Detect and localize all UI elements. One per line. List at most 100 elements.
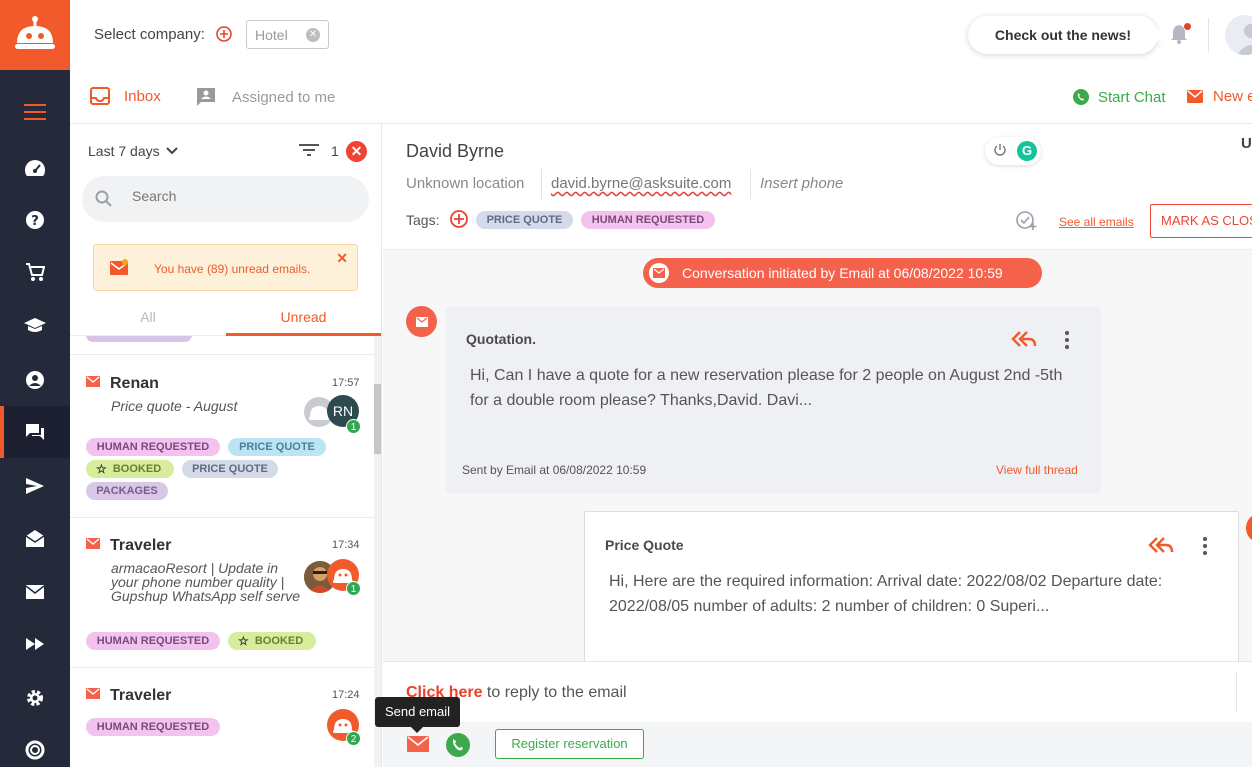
svg-text:?: ? <box>31 214 39 229</box>
contact-location[interactable]: Unknown location <box>406 175 524 192</box>
graduation-cap-icon[interactable] <box>0 300 70 352</box>
conversation-list-panel: Last 7 days 1 ✕ You have (89) unread ema… <box>70 124 382 767</box>
period-dropdown[interactable]: Last 7 days <box>88 143 178 159</box>
reply-prompt-text: to reply to the email <box>482 684 627 701</box>
see-all-emails-link[interactable]: See all emails <box>1059 215 1134 229</box>
add-company-icon[interactable] <box>216 26 232 47</box>
outgoing-email-card: Price Quote Hi, Here are the required in… <box>584 511 1239 671</box>
whatsapp-icon[interactable] <box>445 732 471 763</box>
assigned-icon <box>197 88 215 106</box>
phone-field[interactable]: Insert phone <box>760 175 843 192</box>
initiated-text: Conversation initiated by Email at 06/08… <box>682 265 1003 281</box>
contact-header: David Byrne G U Unknown location david.b… <box>383 124 1252 250</box>
menu-icon[interactable] <box>0 86 70 138</box>
mail-alert-icon <box>110 259 128 280</box>
inbox-icon <box>90 87 110 105</box>
new-email-button[interactable]: New e <box>1187 88 1252 105</box>
segment-unread[interactable]: Unread <box>226 298 381 336</box>
list-item[interactable]: Renan 17:57 Price quote - August RN 1 HU… <box>70 356 375 518</box>
top-header: Select company: Hotel ✕ Check out the ne… <box>70 0 1252 70</box>
reply-bar[interactable]: Click here to reply to the email <box>383 661 1252 722</box>
asksuite-logo[interactable] <box>0 0 70 70</box>
reply-all-icon[interactable] <box>1148 536 1174 559</box>
tags-label: Tags: <box>406 212 440 228</box>
mail-icon <box>86 374 100 392</box>
chevron-down-icon <box>165 147 178 155</box>
divider <box>541 169 542 199</box>
news-button[interactable]: Check out the news! <box>968 16 1167 54</box>
tag-price-quote: PRICE QUOTE <box>228 438 326 456</box>
grammarly-icon[interactable]: G <box>1017 141 1037 161</box>
mail-icon <box>649 263 669 283</box>
status-toggle[interactable]: G <box>985 137 1041 165</box>
select-company-label: Select company: <box>94 26 205 43</box>
send-email-tooltip: Send email <box>375 697 460 733</box>
email-subject: Price Quote <box>605 537 684 553</box>
tag-packages: PACKAGES <box>86 482 168 500</box>
user-avatar[interactable] <box>1225 15 1252 55</box>
conversation-preview: armacaoResort | Update in your phone num… <box>111 560 301 604</box>
tag-price-quote[interactable]: PRICE QUOTE <box>476 211 573 229</box>
search-box <box>82 176 369 222</box>
tab-inbox[interactable]: Inbox <box>90 87 161 105</box>
notification-dot <box>1184 23 1191 30</box>
action-bar: Register reservation <box>383 722 1252 767</box>
unread-badge: 2 <box>346 731 361 746</box>
mark-as-closed-button[interactable]: MARK AS CLOS <box>1150 204 1252 238</box>
left-rail: ? <box>0 0 70 767</box>
mail-open-icon[interactable] <box>0 512 70 564</box>
dashboard-icon[interactable] <box>0 142 70 194</box>
close-alert-icon[interactable]: ✕ <box>336 250 348 267</box>
clear-filter-button[interactable]: ✕ <box>346 141 367 162</box>
unread-badge: 1 <box>346 419 361 434</box>
cart-icon[interactable] <box>0 246 70 298</box>
start-chat-label: Start Chat <box>1098 88 1166 106</box>
user-icon[interactable] <box>0 354 70 406</box>
tag-booked: ☆ BOOKED <box>228 632 316 650</box>
send-icon[interactable] <box>0 460 70 512</box>
check-plus-icon[interactable] <box>1015 209 1037 236</box>
reply-all-icon[interactable] <box>1011 330 1037 353</box>
chat-icon[interactable] <box>0 406 70 458</box>
star-icon: ☆ <box>96 462 107 476</box>
more-options-icon[interactable] <box>1065 331 1069 352</box>
mail-icon[interactable] <box>0 566 70 618</box>
register-reservation-button[interactable]: Register reservation <box>495 729 644 759</box>
more-options-icon[interactable] <box>1203 537 1207 558</box>
conversation-time: 17:24 <box>332 689 360 701</box>
send-email-icon[interactable] <box>407 736 429 757</box>
contact-email[interactable]: david.byrne@asksuite.com <box>551 175 731 192</box>
company-select[interactable]: Hotel ✕ <box>246 20 329 49</box>
search-icon <box>95 190 113 213</box>
tag-human-requested[interactable]: HUMAN REQUESTED <box>581 211 715 229</box>
power-icon[interactable] <box>993 143 1007 162</box>
help-icon[interactable]: ? <box>0 194 70 246</box>
segment-all[interactable]: All <box>70 298 226 336</box>
unread-badge: 1 <box>346 581 361 596</box>
conversation-initiated-notice: Conversation initiated by Email at 06/08… <box>643 258 1042 288</box>
list-divider <box>70 336 375 355</box>
conversation-time: 17:57 <box>332 377 360 389</box>
tag-human-requested: HUMAN REQUESTED <box>86 718 220 736</box>
support-icon[interactable] <box>0 724 70 767</box>
gear-icon[interactable] <box>0 672 70 724</box>
list-item[interactable]: Traveler 17:34 armacaoResort | Update in… <box>70 518 375 668</box>
view-full-thread-link[interactable]: View full thread <box>996 463 1078 477</box>
list-item[interactable]: Traveler 17:24 2 HUMAN REQUESTED <box>70 668 375 767</box>
list-scroll-thumb[interactable] <box>374 384 381 454</box>
clear-company-icon[interactable]: ✕ <box>306 28 320 42</box>
sub-header: Inbox Assigned to me Start Chat New e <box>70 70 1252 124</box>
conversation-time: 17:34 <box>332 539 360 551</box>
tab-assigned-to-me[interactable]: Assigned to me <box>196 87 335 107</box>
incoming-email-card: Quotation. Hi, Can I have a quote for a … <box>446 306 1101 494</box>
fast-forward-icon[interactable] <box>0 618 70 670</box>
tag-human-requested: HUMAN REQUESTED <box>86 438 220 456</box>
search-input[interactable] <box>132 188 352 204</box>
add-tag-icon[interactable] <box>450 210 468 233</box>
start-chat-button[interactable]: Start Chat <box>1072 88 1166 106</box>
tag-booked: ☆ BOOKED <box>86 460 174 478</box>
divider <box>1236 672 1237 712</box>
unread-alert-text: You have (89) unread emails. <box>154 262 311 276</box>
filter-icon[interactable] <box>299 142 319 163</box>
robot-logo-icon <box>15 16 55 49</box>
